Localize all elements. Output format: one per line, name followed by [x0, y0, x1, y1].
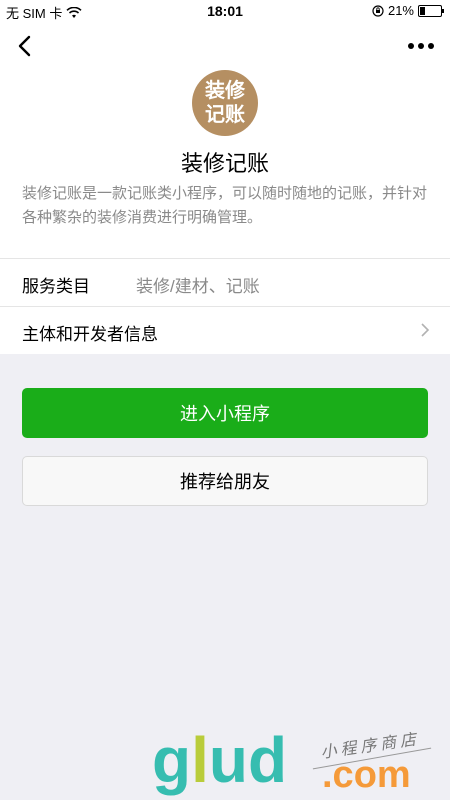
- status-bar: 无 SIM 卡 18:01 21%: [0, 0, 450, 22]
- watermark-domain: .com: [322, 754, 411, 796]
- developer-info-row[interactable]: 主体和开发者信息: [0, 306, 450, 353]
- back-icon[interactable]: [14, 34, 38, 58]
- watermark: glud 小程序商店 .com: [152, 728, 450, 798]
- more-options-icon[interactable]: [406, 34, 436, 58]
- recommend-to-friend-button[interactable]: 推荐给朋友: [22, 456, 428, 506]
- rotation-lock-icon: [372, 4, 384, 17]
- app-description: 装修记账是一款记账类小程序，可以随时随地的记账，并针对各种繁杂的装修消费进行明确…: [22, 185, 428, 226]
- developer-info-label: 主体和开发者信息: [22, 325, 158, 344]
- enter-mini-program-button[interactable]: 进入小程序: [22, 388, 428, 438]
- app-logo: 装修 记账: [192, 70, 258, 136]
- service-category-row: 服务类目 装修/建材、记账: [0, 258, 450, 305]
- logo-text-line2: 记账: [205, 104, 245, 126]
- chevron-right-icon: [421, 323, 430, 337]
- watermark-letter-g: g: [152, 724, 192, 796]
- service-category-value: 装修/建材、记账: [136, 277, 260, 296]
- status-right: 21%: [372, 3, 444, 18]
- logo-text-line1: 装修: [205, 80, 245, 102]
- service-category-label: 服务类目: [22, 277, 90, 296]
- battery-icon: [418, 4, 444, 17]
- watermark-letter-d: d: [247, 724, 288, 796]
- watermark-letter-l: l: [191, 724, 209, 796]
- battery-percent: 21%: [387, 3, 414, 18]
- battery-fill: [420, 6, 425, 15]
- app-info-card: 装修 记账 装修记账 装修记账是一款记账类小程序，可以随时随地的记账，并针对各种…: [0, 22, 450, 354]
- watermark-brand: glud: [152, 728, 287, 792]
- watermark-letter-u: u: [208, 724, 248, 796]
- app-name: 装修记账: [180, 151, 269, 176]
